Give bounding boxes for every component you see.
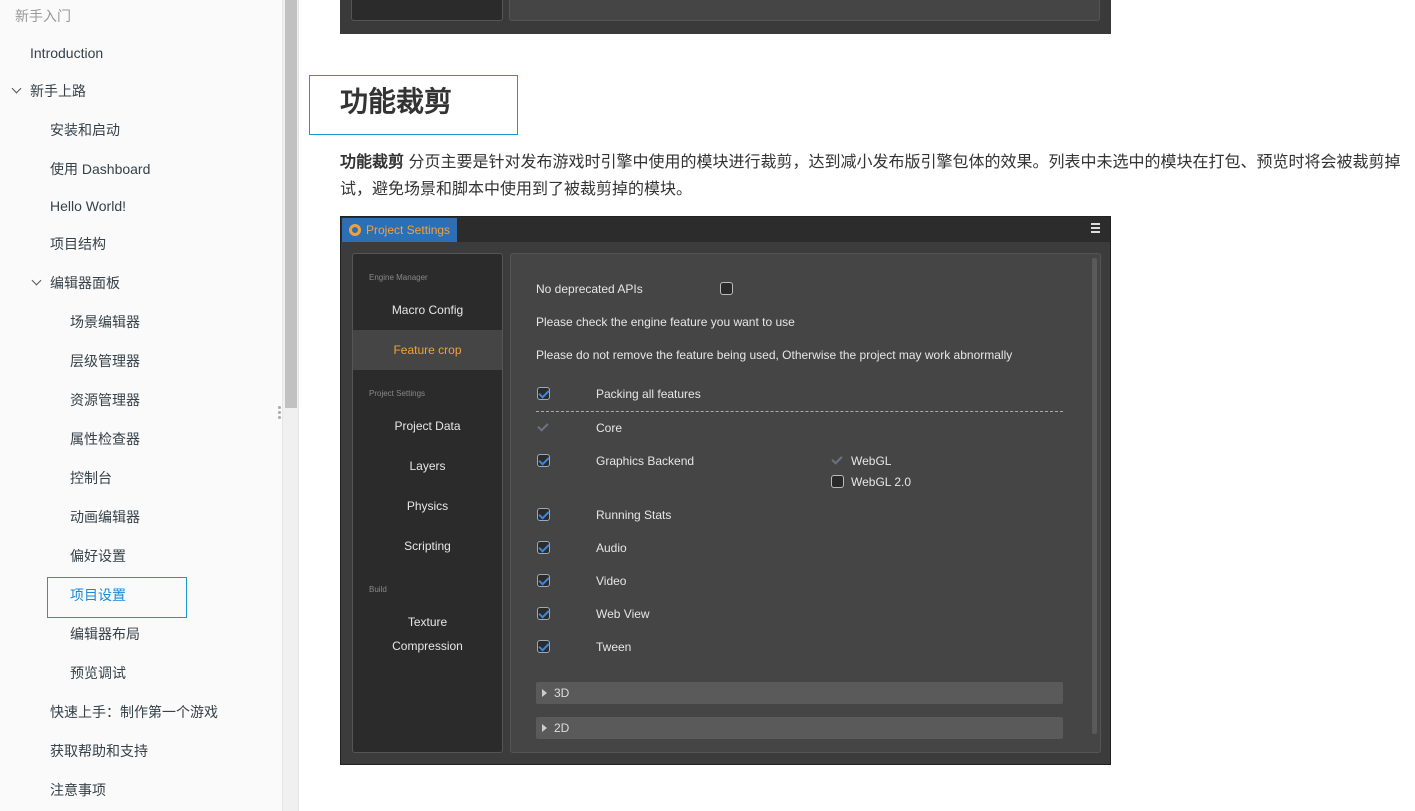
sidebar-item-assets[interactable]: 资源管理器: [70, 391, 140, 409]
no-deprecated-apis-label: No deprecated APIs: [536, 282, 643, 296]
graphics-backend-checkbox[interactable]: [537, 454, 550, 467]
section-paragraph: 功能裁剪 分页主要是针对发布游戏时引擎中使用的模块进行裁剪，达到减小发布版引擎包…: [340, 149, 1415, 203]
previous-screenshot-left-panel: [351, 0, 503, 21]
sidebar-item-console[interactable]: 控制台: [70, 469, 112, 487]
nav-group-project-settings: Project Settings: [369, 389, 426, 398]
sidebar-item-project-settings[interactable]: 项目设置: [70, 586, 126, 604]
feature-crop-scrollbar[interactable]: [1092, 258, 1097, 734]
no-deprecated-apis-checkbox[interactable]: [720, 282, 733, 295]
sidebar-item-hierarchy[interactable]: 层级管理器: [70, 352, 140, 370]
sidebar-item-animation-editor[interactable]: 动画编辑器: [70, 508, 140, 526]
hint-do-not-remove: Please do not remove the feature being u…: [536, 348, 1013, 362]
sidebar-item-dashboard[interactable]: 使用 Dashboard: [50, 160, 150, 178]
project-settings-titlebar: Project Settings: [341, 217, 1110, 242]
nav-item-scripting[interactable]: Scripting: [353, 537, 502, 555]
sidebar-item-hello-world[interactable]: Hello World!: [50, 197, 126, 215]
video-label: Video: [596, 574, 627, 588]
sidebar-item-preferences[interactable]: 偏好设置: [70, 547, 126, 565]
sidebar-item-introduction[interactable]: Introduction: [30, 44, 103, 62]
core-checkbox: [537, 421, 550, 434]
sidebar-item-notes[interactable]: 注意事项: [50, 781, 106, 799]
divider: [536, 411, 1063, 412]
webgl-checkbox: [831, 454, 844, 467]
doc-sidebar: 新手入门 Introduction 新手上路 安装和启动 使用 Dashboar…: [0, 0, 283, 811]
chevron-down-icon[interactable]: [31, 275, 42, 286]
audio-checkbox[interactable]: [537, 541, 550, 554]
chevron-down-icon[interactable]: [11, 83, 22, 94]
nav-item-feature-crop[interactable]: Feature crop: [353, 330, 502, 370]
nav-item-layers[interactable]: Layers: [353, 457, 502, 475]
tween-label: Tween: [596, 640, 632, 654]
nav-item-project-data[interactable]: Project Data: [353, 417, 502, 435]
nav-group-engine-manager: Engine Manager: [369, 273, 428, 282]
nav-item-texture-compression-line2[interactable]: Compression: [353, 637, 502, 655]
graphics-backend-label: Graphics Backend: [596, 454, 695, 468]
gear-icon: [349, 224, 361, 236]
project-settings-window: Project Settings Engine Manager Macro Co…: [340, 216, 1111, 765]
running-stats-checkbox[interactable]: [537, 508, 550, 521]
feature-crop-panel: No deprecated APIs Please check the engi…: [510, 253, 1101, 753]
paragraph-bold-term: 功能裁剪: [340, 154, 405, 171]
video-checkbox[interactable]: [537, 574, 550, 587]
sidebar-scrollbar-thumb[interactable]: [285, 0, 297, 408]
previous-screenshot: [340, 0, 1111, 34]
webgl-label: WebGL: [851, 454, 892, 468]
fold-section-2d[interactable]: 2D: [536, 717, 1063, 739]
project-settings-nav: Engine Manager Macro Config Feature crop…: [352, 253, 503, 753]
core-label: Core: [596, 421, 623, 435]
sidebar-item-project-structure[interactable]: 项目结构: [50, 235, 106, 253]
web-view-checkbox[interactable]: [537, 607, 550, 620]
fold-section-3d[interactable]: 3D: [536, 682, 1063, 704]
sidebar-scrollbar[interactable]: [283, 0, 299, 811]
project-settings-tab[interactable]: Project Settings: [342, 218, 457, 242]
sidebar-item-help-support[interactable]: 获取帮助和支持: [50, 742, 148, 760]
sidebar-item-preview-debug[interactable]: 预览调试: [70, 664, 126, 682]
nav-item-texture-compression-line1[interactable]: Texture: [353, 613, 502, 631]
audio-label: Audio: [596, 541, 627, 555]
hint-check-features: Please check the engine feature you want…: [536, 315, 795, 329]
tween-checkbox[interactable]: [537, 640, 550, 653]
sidebar-item-editor-layout[interactable]: 编辑器布局: [70, 625, 140, 643]
sidebar-resize-handle[interactable]: [278, 406, 281, 420]
nav-group-build: Build: [369, 585, 387, 594]
sidebar-item-scene-editor[interactable]: 场景编辑器: [70, 313, 140, 331]
sidebar-item-install[interactable]: 安装和启动: [50, 121, 120, 139]
sidebar-section-title: 新手入门: [15, 8, 71, 24]
hamburger-menu-icon[interactable]: [1091, 223, 1100, 235]
webgl2-label: WebGL 2.0: [851, 475, 912, 489]
sidebar-item-inspector[interactable]: 属性检查器: [70, 430, 140, 448]
running-stats-label: Running Stats: [596, 508, 672, 522]
webgl2-checkbox[interactable]: [831, 475, 844, 488]
project-settings-tab-label: Project Settings: [366, 223, 451, 237]
sidebar-item-editor-panels[interactable]: 编辑器面板: [50, 274, 120, 292]
sidebar-item-getting-started[interactable]: 新手上路: [30, 82, 86, 100]
packing-all-label: Packing all features: [596, 387, 701, 401]
nav-item-macro-config[interactable]: Macro Config: [353, 301, 502, 319]
paragraph-text: 分页主要是针对发布游戏时引擎中使用的模块进行裁剪，达到减小发布版引擎包体的效果。…: [340, 154, 1401, 198]
previous-screenshot-right-panel: [509, 0, 1100, 21]
section-heading: 功能裁剪: [340, 86, 453, 117]
packing-all-checkbox[interactable]: [537, 387, 550, 400]
sidebar-item-quick-start[interactable]: 快速上手：制作第一个游戏: [50, 703, 218, 721]
web-view-label: Web View: [596, 607, 650, 621]
nav-item-physics[interactable]: Physics: [353, 497, 502, 515]
